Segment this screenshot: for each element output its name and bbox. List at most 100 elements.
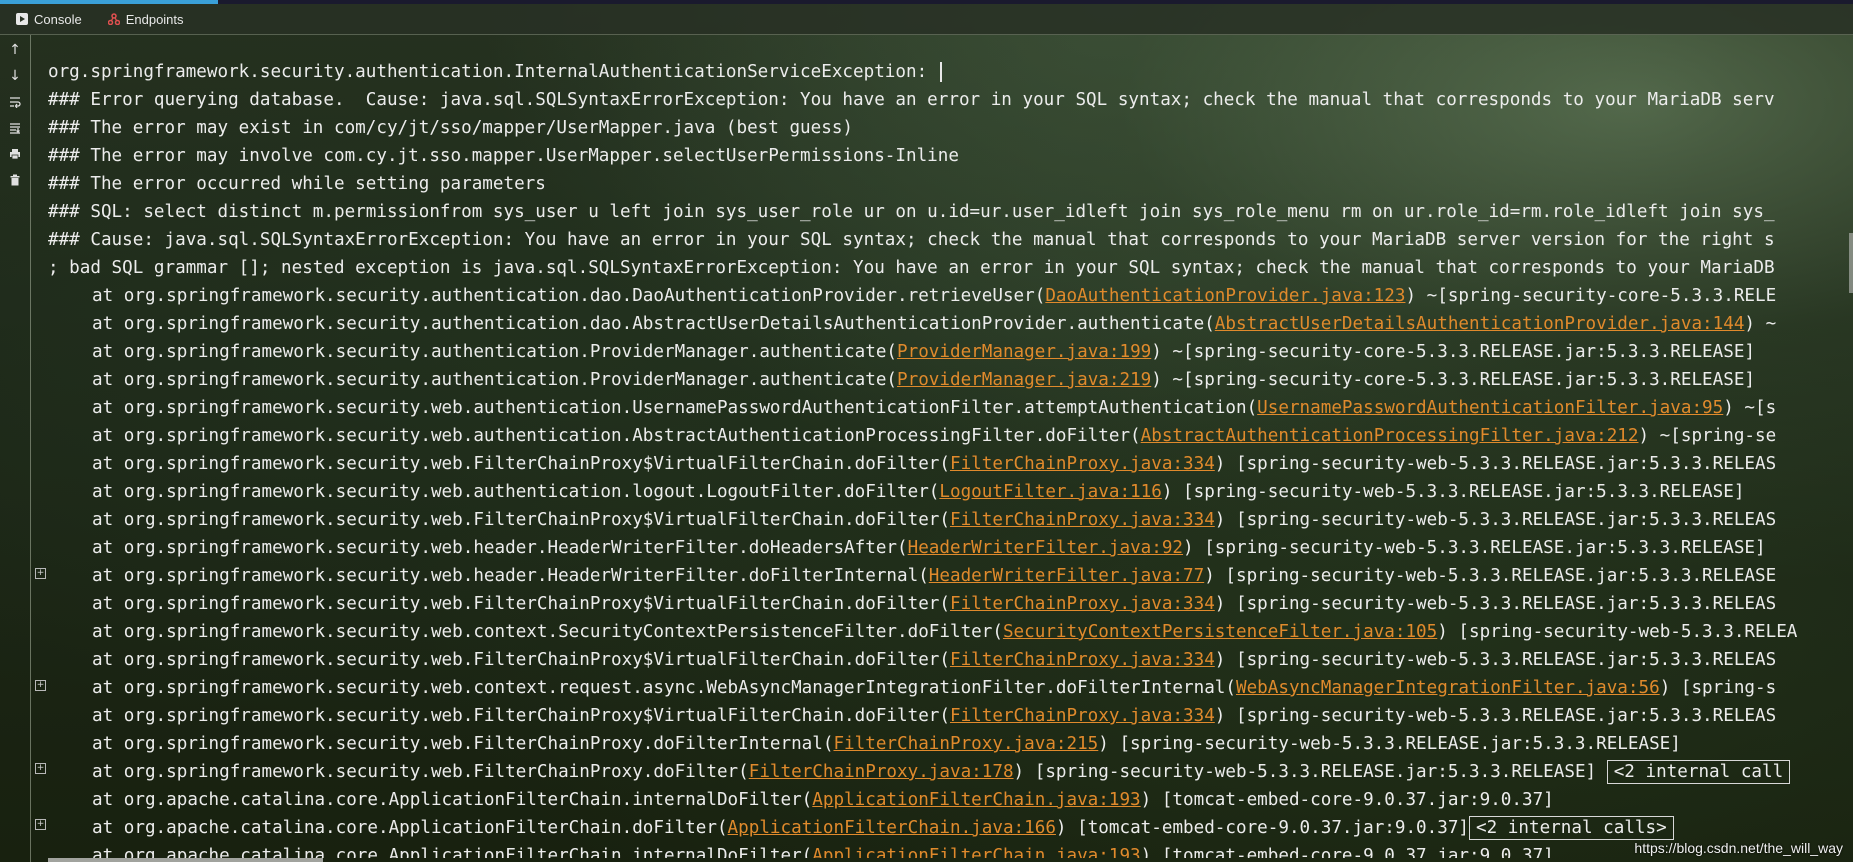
frame-jar-info: ) [spring-security-web-5.3.3.RELEASE.jar… bbox=[1013, 762, 1607, 782]
source-file-link[interactable]: FilterChainProxy.java:334 bbox=[950, 594, 1215, 614]
log-text: org.springframework.security.authenticat… bbox=[48, 62, 938, 82]
stack-frame-line: at org.springframework.security.web.Filt… bbox=[48, 758, 1840, 786]
scroll-to-end-icon[interactable] bbox=[0, 115, 30, 141]
source-file-link[interactable]: FilterChainProxy.java:178 bbox=[749, 762, 1014, 782]
stack-frame-line: at org.apache.catalina.core.ApplicationF… bbox=[48, 814, 1840, 842]
stack-frame-line: at org.springframework.security.web.Filt… bbox=[48, 450, 1840, 478]
source-file-link[interactable]: WebAsyncManagerIntegrationFilter.java:56 bbox=[1236, 678, 1660, 698]
frame-method: at org.apache.catalina.core.ApplicationF… bbox=[92, 846, 813, 858]
frame-jar-info: ) [spring-security-web-5.3.3.RELEASE.jar… bbox=[1214, 594, 1777, 614]
stack-frame-line: at org.springframework.security.web.cont… bbox=[48, 674, 1840, 702]
frame-jar-info: ) [spring-s bbox=[1659, 678, 1777, 698]
frame-method: at org.springframework.security.web.head… bbox=[92, 538, 908, 558]
stack-frame-line: at org.springframework.security.web.head… bbox=[48, 534, 1840, 562]
frame-jar-info: ) [spring-security-web-5.3.3.RELEASE.jar… bbox=[1183, 538, 1766, 558]
down-arrow-icon[interactable]: ↓ bbox=[0, 63, 30, 89]
stack-frame-line: at org.springframework.security.web.Filt… bbox=[48, 506, 1840, 534]
frame-jar-info: ) [spring-security-web-5.3.3.RELEASE.jar… bbox=[1214, 510, 1777, 530]
frame-jar-info: ) [tomcat-embed-core-9.0.37.jar:9.0.37] bbox=[1055, 818, 1470, 838]
frame-method: at org.apache.catalina.core.ApplicationF… bbox=[92, 790, 813, 810]
frame-jar-info: ) ~[spring-security-core-5.3.3.RELEASE.j… bbox=[1151, 342, 1756, 362]
frame-method: at org.springframework.security.web.Filt… bbox=[92, 734, 834, 754]
fold-expand-icon[interactable]: + bbox=[35, 680, 46, 691]
soft-wrap-icon[interactable] bbox=[0, 89, 30, 115]
source-file-link[interactable]: SecurityContextPersistenceFilter.java:10… bbox=[1003, 622, 1437, 642]
source-file-link[interactable]: ApplicationFilterChain.java:166 bbox=[728, 818, 1056, 838]
stack-frame-line: at org.springframework.security.web.Filt… bbox=[48, 702, 1840, 730]
log-text: ### Cause: java.sql.SQLSyntaxErrorExcept… bbox=[48, 230, 1775, 250]
source-file-link[interactable]: ApplicationFilterChain.java:193 bbox=[812, 790, 1140, 810]
source-file-link[interactable]: FilterChainProxy.java:334 bbox=[950, 650, 1215, 670]
fold-expand-icon[interactable]: + bbox=[35, 819, 46, 830]
frame-method: at org.springframework.security.web.head… bbox=[92, 566, 929, 586]
log-line: ### The error may exist in com/cy/jt/sso… bbox=[48, 114, 1840, 142]
print-icon[interactable] bbox=[0, 141, 30, 167]
log-line: ### SQL: select distinct m.permissionfro… bbox=[48, 198, 1840, 226]
log-line: ### Cause: java.sql.SQLSyntaxErrorExcept… bbox=[48, 226, 1840, 254]
frame-method: at org.springframework.security.web.Filt… bbox=[92, 650, 950, 670]
log-text: ### The error may involve com.cy.jt.sso.… bbox=[48, 146, 959, 166]
log-text: ### Error querying database. Cause: java… bbox=[48, 90, 1775, 110]
frame-method: at org.springframework.security.web.Filt… bbox=[92, 454, 950, 474]
frame-jar-info: ) ~[spring-security-core-5.3.3.RELEASE.j… bbox=[1151, 370, 1756, 390]
source-file-link[interactable]: ApplicationFilterChain.java:193 bbox=[812, 846, 1140, 858]
stack-frame-line: at org.springframework.security.web.auth… bbox=[48, 394, 1840, 422]
up-arrow-icon[interactable]: ↑ bbox=[0, 37, 30, 63]
frame-jar-info: ) [tomcat-embed-core-9.0.37.jar:9.0.37] bbox=[1140, 846, 1554, 858]
frame-method: at org.springframework.security.web.auth… bbox=[92, 482, 940, 502]
frame-jar-info: ) [spring-security-web-5.3.3.RELEA bbox=[1437, 622, 1798, 642]
source-file-link[interactable]: HeaderWriterFilter.java:92 bbox=[908, 538, 1183, 558]
stack-frame-line: at org.springframework.security.web.auth… bbox=[48, 422, 1840, 450]
source-file-link[interactable]: DaoAuthenticationProvider.java:123 bbox=[1045, 286, 1405, 306]
tab-endpoints-label: Endpoints bbox=[125, 11, 184, 27]
stack-frame-line: at org.springframework.security.web.cont… bbox=[48, 618, 1840, 646]
source-file-link[interactable]: HeaderWriterFilter.java:77 bbox=[929, 566, 1204, 586]
frame-jar-info: ) [spring-security-web-5.3.3.RELEASE.jar… bbox=[1214, 706, 1777, 726]
fold-expand-icon[interactable]: + bbox=[35, 763, 46, 774]
stack-frame-line: at org.apache.catalina.core.ApplicationF… bbox=[48, 786, 1840, 814]
internal-calls-toggle[interactable]: <2 internal call bbox=[1606, 760, 1791, 784]
horizontal-scrollbar-thumb[interactable] bbox=[48, 858, 323, 862]
console-output[interactable]: org.springframework.security.authenticat… bbox=[48, 58, 1840, 858]
frame-method: at org.springframework.security.web.Filt… bbox=[92, 510, 950, 530]
log-line: ### The error may involve com.cy.jt.sso.… bbox=[48, 142, 1840, 170]
log-text: ### SQL: select distinct m.permissionfro… bbox=[48, 202, 1775, 222]
log-line: ### The error occurred while setting par… bbox=[48, 170, 1840, 198]
endpoints-icon bbox=[107, 13, 120, 25]
frame-method: at org.springframework.security.authenti… bbox=[92, 286, 1046, 306]
console-toolbar: ↑ ↓ bbox=[0, 35, 31, 862]
source-file-link[interactable]: FilterChainProxy.java:215 bbox=[833, 734, 1098, 754]
frame-method: at org.apache.catalina.core.ApplicationF… bbox=[92, 818, 728, 838]
source-file-link[interactable]: LogoutFilter.java:116 bbox=[939, 482, 1161, 502]
text-caret bbox=[939, 62, 942, 82]
fold-expand-icon[interactable]: + bbox=[35, 568, 46, 579]
frame-jar-info: ) ~[s bbox=[1723, 398, 1777, 418]
tab-endpoints[interactable]: Endpoints bbox=[92, 4, 194, 34]
source-file-link[interactable]: AbstractAuthenticationProcessingFilter.j… bbox=[1141, 426, 1639, 446]
tab-console[interactable]: Console bbox=[0, 4, 92, 34]
source-file-link[interactable]: ProviderManager.java:219 bbox=[897, 370, 1151, 390]
vertical-scrollbar[interactable] bbox=[1845, 35, 1853, 862]
source-file-link[interactable]: ProviderManager.java:199 bbox=[897, 342, 1151, 362]
stack-frame-line: at org.springframework.security.web.Filt… bbox=[48, 590, 1840, 618]
source-file-link[interactable]: FilterChainProxy.java:334 bbox=[950, 706, 1215, 726]
source-file-link[interactable]: AbstractUserDetailsAuthenticationProvide… bbox=[1215, 314, 1745, 334]
frame-method: at org.springframework.security.web.cont… bbox=[92, 622, 1003, 642]
frame-jar-info: ) [spring-security-web-5.3.3.RELEASE.jar… bbox=[1204, 566, 1777, 586]
source-file-link[interactable]: UsernamePasswordAuthenticationFilter.jav… bbox=[1257, 398, 1723, 418]
source-file-link[interactable]: FilterChainProxy.java:334 bbox=[950, 454, 1215, 474]
watermark: https://blog.csdn.net/the_will_way bbox=[1634, 840, 1843, 856]
stack-frame-line: at org.springframework.security.web.Filt… bbox=[48, 730, 1840, 758]
frame-method: at org.springframework.security.web.Filt… bbox=[92, 762, 749, 782]
source-file-link[interactable]: FilterChainProxy.java:334 bbox=[950, 510, 1215, 530]
vertical-scrollbar-thumb[interactable] bbox=[1849, 233, 1853, 293]
log-line: ### Error querying database. Cause: java… bbox=[48, 86, 1840, 114]
internal-calls-toggle[interactable]: <2 internal calls> bbox=[1469, 816, 1674, 840]
trash-icon[interactable] bbox=[0, 167, 30, 193]
stack-frame-line: at org.springframework.security.authenti… bbox=[48, 338, 1840, 366]
stack-frame-line: at org.apache.catalina.core.ApplicationF… bbox=[48, 842, 1840, 858]
frame-jar-info: ) ~[spring-security-core-5.3.3.RELE bbox=[1405, 286, 1777, 306]
log-line: ; bad SQL grammar []; nested exception i… bbox=[48, 254, 1840, 282]
stack-frame-line: at org.springframework.security.authenti… bbox=[48, 366, 1840, 394]
stack-frame-line: at org.springframework.security.web.Filt… bbox=[48, 646, 1840, 674]
